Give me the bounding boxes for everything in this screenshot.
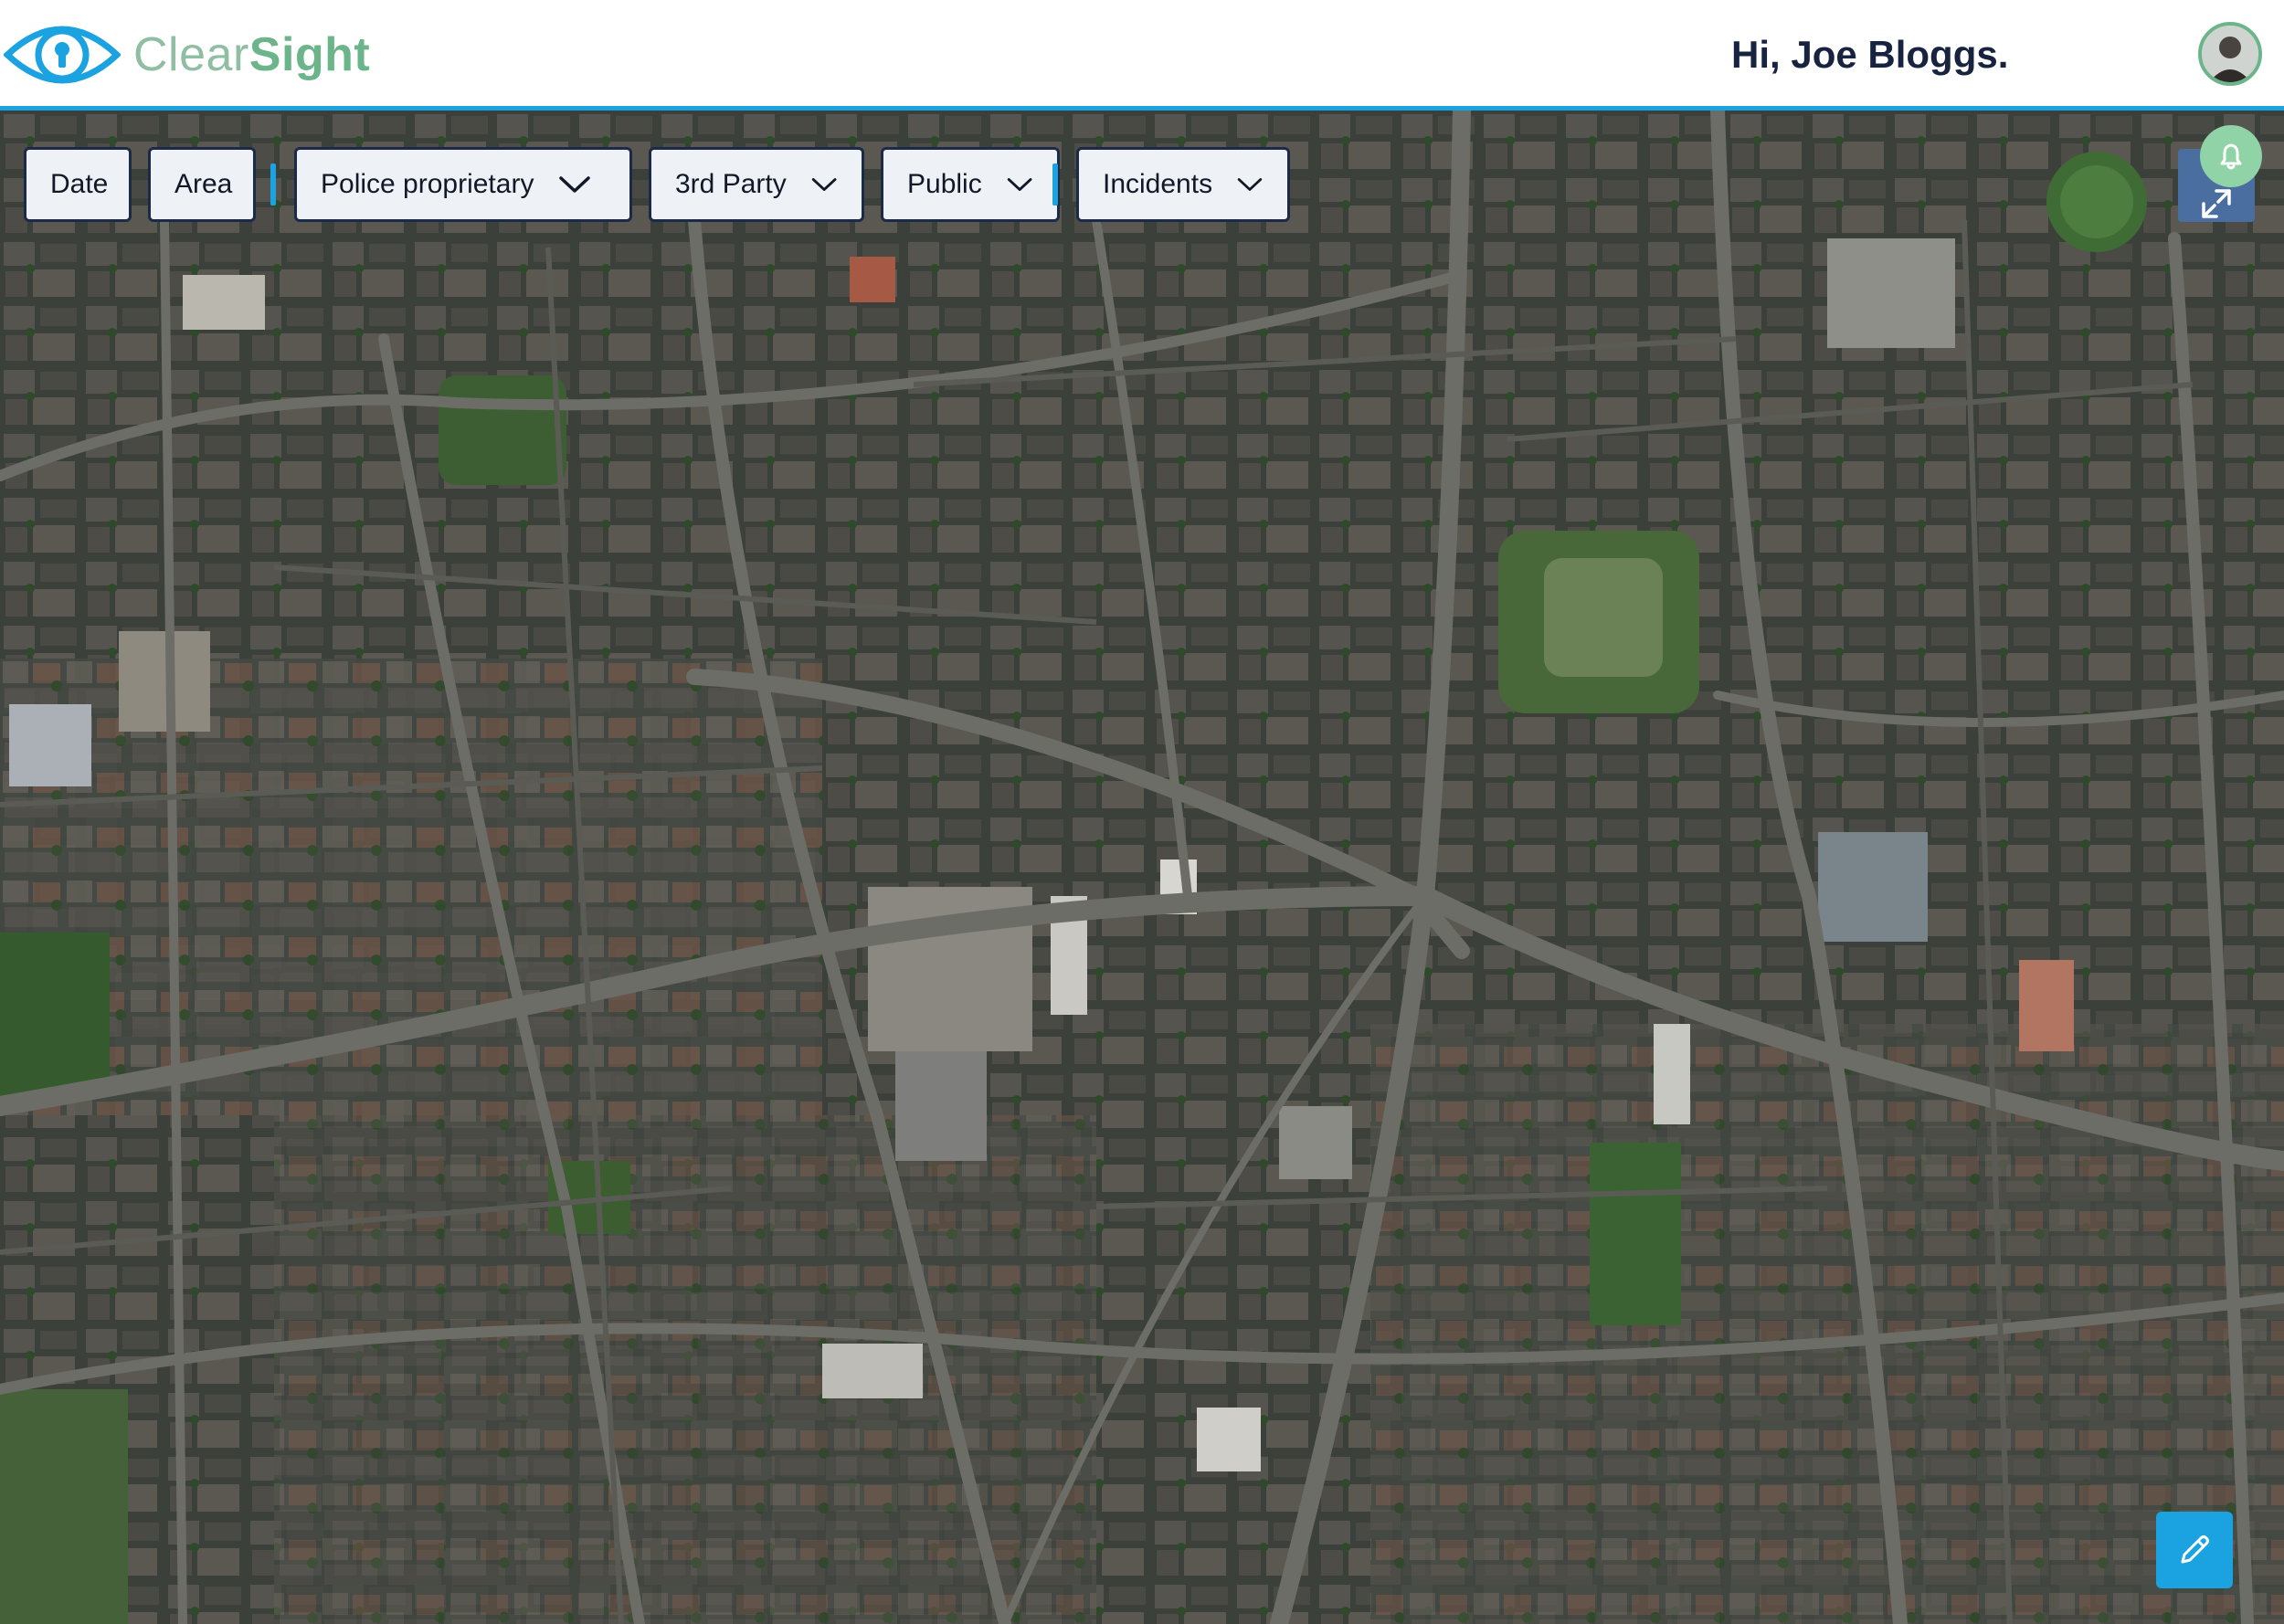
bell-icon: [2220, 143, 2242, 170]
app-header: ClearSight Hi, Joe Bloggs.: [0, 0, 2284, 111]
filter-police-proprietary-label: Police proprietary: [321, 169, 534, 199]
filter-date-button[interactable]: Date: [24, 147, 132, 222]
chevron-down-icon: [811, 178, 837, 191]
chevron-down-icon: [1237, 178, 1263, 191]
chevron-down-icon: [559, 176, 591, 193]
satellite-map[interactable]: [0, 111, 2284, 1624]
filter-area-button[interactable]: Area: [148, 147, 256, 222]
logo-wordmark: ClearSight: [133, 28, 371, 81]
chevron-down-icon: [1007, 178, 1032, 191]
filter-public-dropdown[interactable]: Public: [881, 147, 1060, 222]
pencil-icon: [2181, 1535, 2209, 1564]
filter-3rd-party-label: 3rd Party: [675, 169, 787, 199]
filter-incidents-label: Incidents: [1103, 169, 1213, 199]
filter-date-label: Date: [50, 169, 109, 199]
map-canvas[interactable]: [0, 111, 2284, 1624]
notifications-button[interactable]: [2200, 125, 2262, 187]
filter-police-proprietary-dropdown[interactable]: Police proprietary: [294, 147, 632, 222]
filter-separator: [270, 163, 276, 206]
filter-public-label: Public: [907, 169, 982, 199]
expand-icon: [2202, 189, 2231, 218]
filter-incidents-dropdown[interactable]: Incidents: [1076, 147, 1290, 222]
filter-3rd-party-dropdown[interactable]: 3rd Party: [649, 147, 864, 222]
filter-area-label: Area: [174, 169, 233, 199]
eye-lock-icon: [4, 26, 121, 84]
user-greeting: Hi, Joe Bloggs.: [1731, 33, 2009, 76]
user-avatar[interactable]: [2198, 22, 2262, 86]
clearsight-logo[interactable]: ClearSight: [4, 18, 370, 91]
filter-separator: [1052, 163, 1058, 206]
edit-button[interactable]: [2156, 1512, 2233, 1588]
avatar-photo: [2202, 26, 2258, 82]
